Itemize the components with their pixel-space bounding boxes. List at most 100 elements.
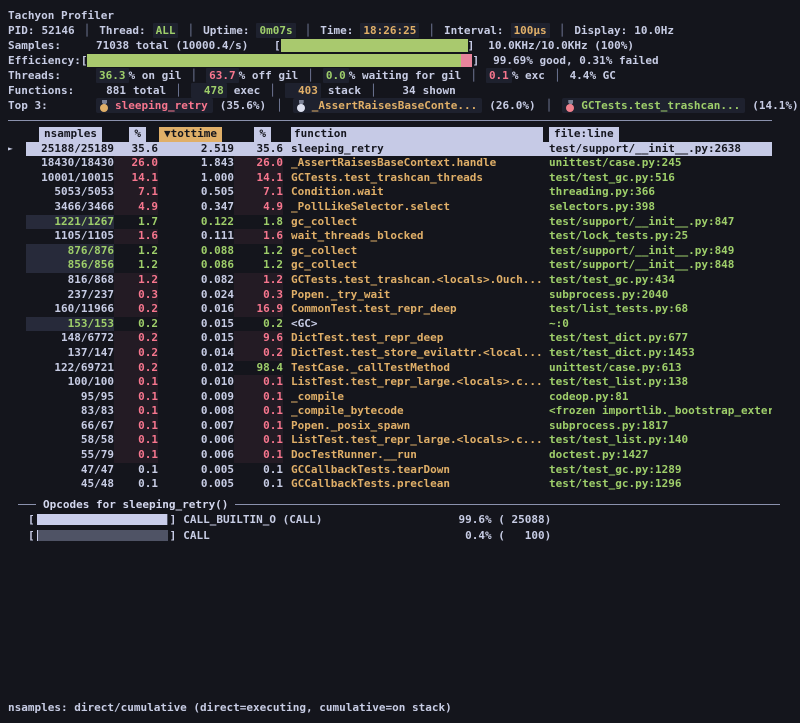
file-line-cell: test/test_gc.py:1289 [549, 463, 772, 478]
table-row[interactable]: 153/153 0.2 0.015 0.2 <GC> ~:0 [8, 317, 772, 332]
column-header-nsamples[interactable]: nsamples [39, 127, 102, 142]
selection-arrow-icon [8, 288, 26, 303]
top3-entry: _AssertRaisesBaseConte... (26.0%) │ [293, 98, 563, 113]
tottime-cell: 0.024 [158, 288, 234, 303]
selection-arrow-icon [8, 244, 26, 259]
pct-cumulative-cell: 0.1 [234, 433, 283, 448]
top3-list: sleeping_retry (35.6%) │ _AssertRaisesBa… [96, 98, 799, 113]
function-stat-suffix: exec [234, 83, 261, 98]
pct-direct-cell: 1.7 [114, 215, 158, 230]
nsamples-cell: 3466/3466 [26, 200, 114, 215]
table-row[interactable]: 83/83 0.1 0.008 0.1 _compile_bytecode <f… [8, 404, 772, 419]
field-separator: │ [428, 23, 435, 38]
nsamples-cell: 148/6772 [26, 331, 114, 346]
threads-line: Threads: 36.3 % on gil │ 63.7 % off gil … [8, 68, 800, 83]
tottime-cell: 0.014 [158, 346, 234, 361]
table-row[interactable]: 856/856 1.2 0.086 1.2 gc_collect test/su… [8, 258, 772, 273]
column-header-file-line[interactable]: file:line [549, 127, 619, 142]
opcodes-list: [] CALL_BUILTIN_O (CALL) 99.6% ( 25088) … [8, 512, 800, 544]
column-header-tottime-sorted[interactable]: ▼tottime [159, 127, 222, 142]
table-row[interactable]: 58/58 0.1 0.006 0.1 ListTest.test_repr_l… [8, 433, 772, 448]
column-header-function[interactable]: function [291, 127, 543, 142]
table-row[interactable]: 122/69721 0.2 0.012 98.4 TestCase._callT… [8, 361, 772, 376]
table-row[interactable]: 45/48 0.1 0.005 0.1 GCCallbackTests.prec… [8, 477, 772, 492]
file-line-cell: ~:0 [549, 317, 772, 332]
column-header-pct-direct[interactable]: % [129, 127, 146, 142]
process-info-field: Display: 10.0Hz │ [574, 23, 674, 38]
thread-stat-value: 36.3 [96, 68, 129, 83]
function-cell: _PollLikeSelector.select [283, 200, 549, 215]
selection-arrow-icon [8, 258, 26, 273]
tottime-cell: 0.005 [158, 477, 234, 492]
pct-cumulative-cell: 0.2 [234, 346, 283, 361]
stat-separator: │ [554, 68, 561, 83]
opcodes-title-text: Opcodes for sleeping_retry() [43, 498, 228, 511]
table-row[interactable]: 1105/1105 1.6 0.111 1.6 wait_threads_blo… [8, 229, 772, 244]
opcode-name: CALL [183, 529, 411, 542]
tottime-cell: 0.088 [158, 244, 234, 259]
field-separator: │ [305, 23, 312, 38]
bar-open-bracket: [ [28, 529, 35, 542]
table-row[interactable]: 876/876 1.2 0.088 1.2 gc_collect test/su… [8, 244, 772, 259]
pct-direct-cell: 7.1 [114, 185, 158, 200]
selection-arrow-icon [8, 156, 26, 171]
function-stat: 881 total │ [96, 83, 191, 98]
pct-cumulative-cell: 0.1 [234, 390, 283, 405]
nsamples-cell: 25188/25189 [26, 142, 114, 157]
function-stat-suffix: stack [328, 83, 361, 98]
function-stat-suffix: total [133, 83, 166, 98]
pct-cumulative-cell: 0.2 [234, 317, 283, 332]
pct-direct-cell: 0.1 [114, 448, 158, 463]
table-row[interactable]: 137/147 0.2 0.014 0.2 DictTest.test_stor… [8, 346, 772, 361]
samples-label: Samples: [8, 38, 96, 53]
table-row[interactable]: 160/11966 0.2 0.016 16.9 CommonTest.test… [8, 302, 772, 317]
table-row[interactable]: 816/868 1.2 0.082 1.2 GCTests.test_trash… [8, 273, 772, 288]
file-line-cell: unittest/case.py:245 [549, 156, 772, 171]
top3-label: Top 3: [8, 98, 96, 113]
nsamples-cell: 122/69721 [26, 361, 114, 376]
table-row[interactable]: 95/95 0.1 0.009 0.1 _compile codeop.py:8… [8, 390, 772, 405]
opcode-bar [37, 514, 168, 525]
selection-arrow-icon [8, 390, 26, 405]
stat-separator: │ [307, 68, 314, 83]
profile-table: nsamples % ▼tottime % function file:line… [8, 127, 772, 492]
table-row[interactable]: 5053/5053 7.1 0.505 7.1 Condition.wait t… [8, 185, 772, 200]
table-row[interactable]: 100/100 0.1 0.010 0.1 ListTest.test_repr… [8, 375, 772, 390]
table-row[interactable]: 148/6772 0.2 0.015 9.6 DictTest.test_rep… [8, 331, 772, 346]
pct-cumulative-cell: 9.6 [234, 331, 283, 346]
table-row[interactable]: 47/47 0.1 0.005 0.1 GCCallbackTests.tear… [8, 463, 772, 478]
table-row[interactable]: 10001/10015 14.1 1.000 14.1 GCTests.test… [8, 171, 772, 186]
table-row[interactable]: 3466/3466 4.9 0.347 4.9 _PollLikeSelecto… [8, 200, 772, 215]
table-row[interactable]: 18430/18430 26.0 1.843 26.0 _AssertRaise… [8, 156, 772, 171]
pct-cumulative-cell: 7.1 [234, 185, 283, 200]
nsamples-cell: 10001/10015 [26, 171, 114, 186]
tottime-cell: 1.000 [158, 171, 234, 186]
nsamples-cell: 95/95 [26, 390, 114, 405]
function-cell: GCTests.test_trashcan_threads [283, 171, 549, 186]
pct-cumulative-cell: 0.1 [234, 463, 283, 478]
thread-stat-value: 0.1 [486, 68, 512, 83]
table-row[interactable]: 66/67 0.1 0.007 0.1 Popen._posix_spawn s… [8, 419, 772, 434]
table-row[interactable]: 1221/1267 1.7 0.122 1.8 gc_collect test/… [8, 215, 772, 230]
table-row[interactable]: ► 25188/25189 35.6 2.519 35.6 sleeping_r… [8, 142, 772, 157]
opcode-percent: 0.4% ( 100) [411, 529, 551, 542]
selection-arrow-icon [8, 200, 26, 215]
field-value: 100µs [511, 23, 550, 38]
pct-direct-cell: 0.2 [114, 361, 158, 376]
file-line-cell: test/support/__init__.py:2638 [549, 142, 772, 157]
column-header-pct-cumulative[interactable]: % [254, 127, 271, 142]
threads-stats: 36.3 % on gil │ 63.7 % off gil │ 0.0 % w… [96, 68, 616, 83]
nsamples-cell: 237/237 [26, 288, 114, 303]
table-row[interactable]: 55/79 0.1 0.006 0.1 DocTestRunner.__run … [8, 448, 772, 463]
table-row[interactable]: 237/237 0.3 0.024 0.3 Popen._try_wait su… [8, 288, 772, 303]
top3-entry: sleeping_retry (35.6%) │ [96, 98, 293, 113]
file-line-cell: <frozen importlib._bootstrap_externa [549, 404, 772, 419]
selection-arrow-icon [8, 273, 26, 288]
pct-cumulative-cell: 0.1 [234, 448, 283, 463]
pct-direct-cell: 0.1 [114, 463, 158, 478]
file-line-cell: test/test_dict.py:1453 [549, 346, 772, 361]
nsamples-cell: 18430/18430 [26, 156, 114, 171]
selection-arrow-icon [8, 433, 26, 448]
selection-arrow-icon [8, 419, 26, 434]
table-body: ► 25188/25189 35.6 2.519 35.6 sleeping_r… [8, 142, 772, 492]
